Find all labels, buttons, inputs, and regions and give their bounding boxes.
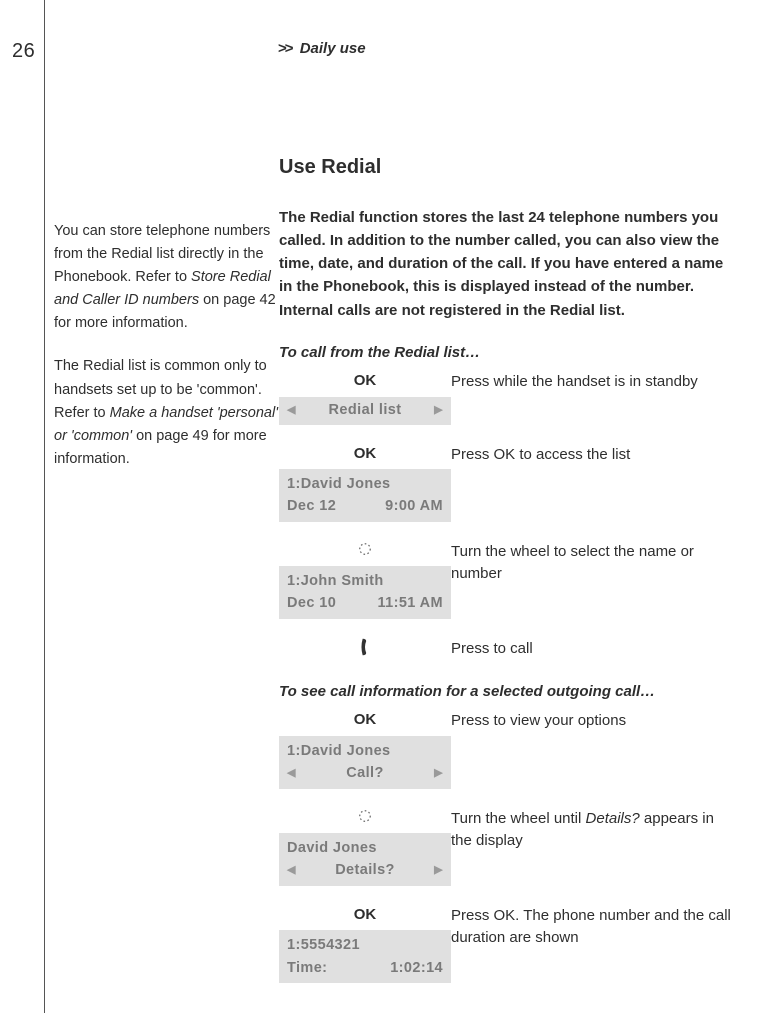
step-description: Press to call [451,637,734,661]
phone-display: 1:David Jones ◀ Call? ▶ [279,736,451,789]
display-text: Call? [296,762,434,784]
step-description: Turn the wheel to select the name or num… [451,540,734,586]
step-description: Press OK. The phone number and the call … [451,904,734,950]
nav-right-icon: ▶ [434,402,443,419]
phone-display: 1:David Jones Dec 12 9:00 AM [279,469,451,522]
nav-left-icon: ◀ [287,765,296,782]
ok-button-label: OK [279,904,451,927]
display-time: 9:00 AM [385,495,443,517]
step-row: OK 1:David Jones ◀ Call? ▶ Press to view… [279,709,734,788]
ok-button-label: OK [279,709,451,732]
display-text: Redial list [296,400,434,422]
display-time: 11:51 AM [377,592,443,614]
phone-display: ◀ Redial list ▶ [279,397,451,425]
header-title: Daily use [300,40,366,57]
display-duration: 1:02:14 [390,957,443,979]
step-row: 1:John Smith Dec 10 11:51 AM Turn the wh… [279,540,734,619]
phone-display: 1:5554321 Time: 1:02:14 [279,930,451,983]
call-icon [279,637,451,659]
wheel-icon [279,540,451,562]
header-prefix: >> [278,40,292,57]
display-label: Time: [287,957,327,979]
phone-display: David Jones ◀ Details? ▶ [279,833,451,886]
step-row: David Jones ◀ Details? ▶ Turn the wheel … [279,807,734,886]
nav-left-icon: ◀ [287,402,296,419]
ok-button-label: OK [279,370,451,393]
intro-paragraph: The Redial function stores the last 24 t… [279,206,734,322]
running-header: >> Daily use [278,38,765,61]
display-line1: 1:David Jones [287,473,443,495]
wheel-icon [279,807,451,829]
step-description: Turn the wheel until Details? appears in… [451,807,734,853]
display-date: Dec 12 [287,495,336,517]
phone-display: 1:John Smith Dec 10 11:51 AM [279,566,451,619]
step-description: Press OK to access the list [451,443,734,467]
display-text: Details? [296,859,434,881]
step-row: OK ◀ Redial list ▶ Press while the hands… [279,370,734,424]
subhead-call-info: To see call information for a selected o… [279,681,734,704]
nav-right-icon: ▶ [434,765,443,782]
display-line1: 1:5554321 [287,934,443,956]
section-title: Use Redial [279,152,734,182]
text: Turn the wheel until [451,810,586,827]
text-italic: Details? [586,810,640,827]
step-description: Press to view your options [451,709,734,733]
nav-left-icon: ◀ [287,862,296,879]
subhead-call-redial: To call from the Redial list… [279,342,734,365]
left-rule [44,0,45,1013]
nav-right-icon: ▶ [434,862,443,879]
step-row: Press to call [279,637,734,663]
sidebar-para-2: The Redial list is common only to handse… [54,355,279,471]
step-description: Press while the handset is in standby [451,370,734,394]
step-row: OK 1:5554321 Time: 1:02:14 Press OK. The… [279,904,734,983]
display-line1: 1:David Jones [287,740,443,762]
sidebar-notes: You can store telephone numbers from the… [54,186,279,492]
ok-button-label: OK [279,443,451,466]
sidebar-para-1: You can store telephone numbers from the… [54,220,279,336]
display-line1: David Jones [287,837,443,859]
display-line1: 1:John Smith [287,570,443,592]
page-number: 26 [12,36,35,66]
step-row: OK 1:David Jones Dec 12 9:00 AM Press OK… [279,443,734,522]
display-date: Dec 10 [287,592,336,614]
